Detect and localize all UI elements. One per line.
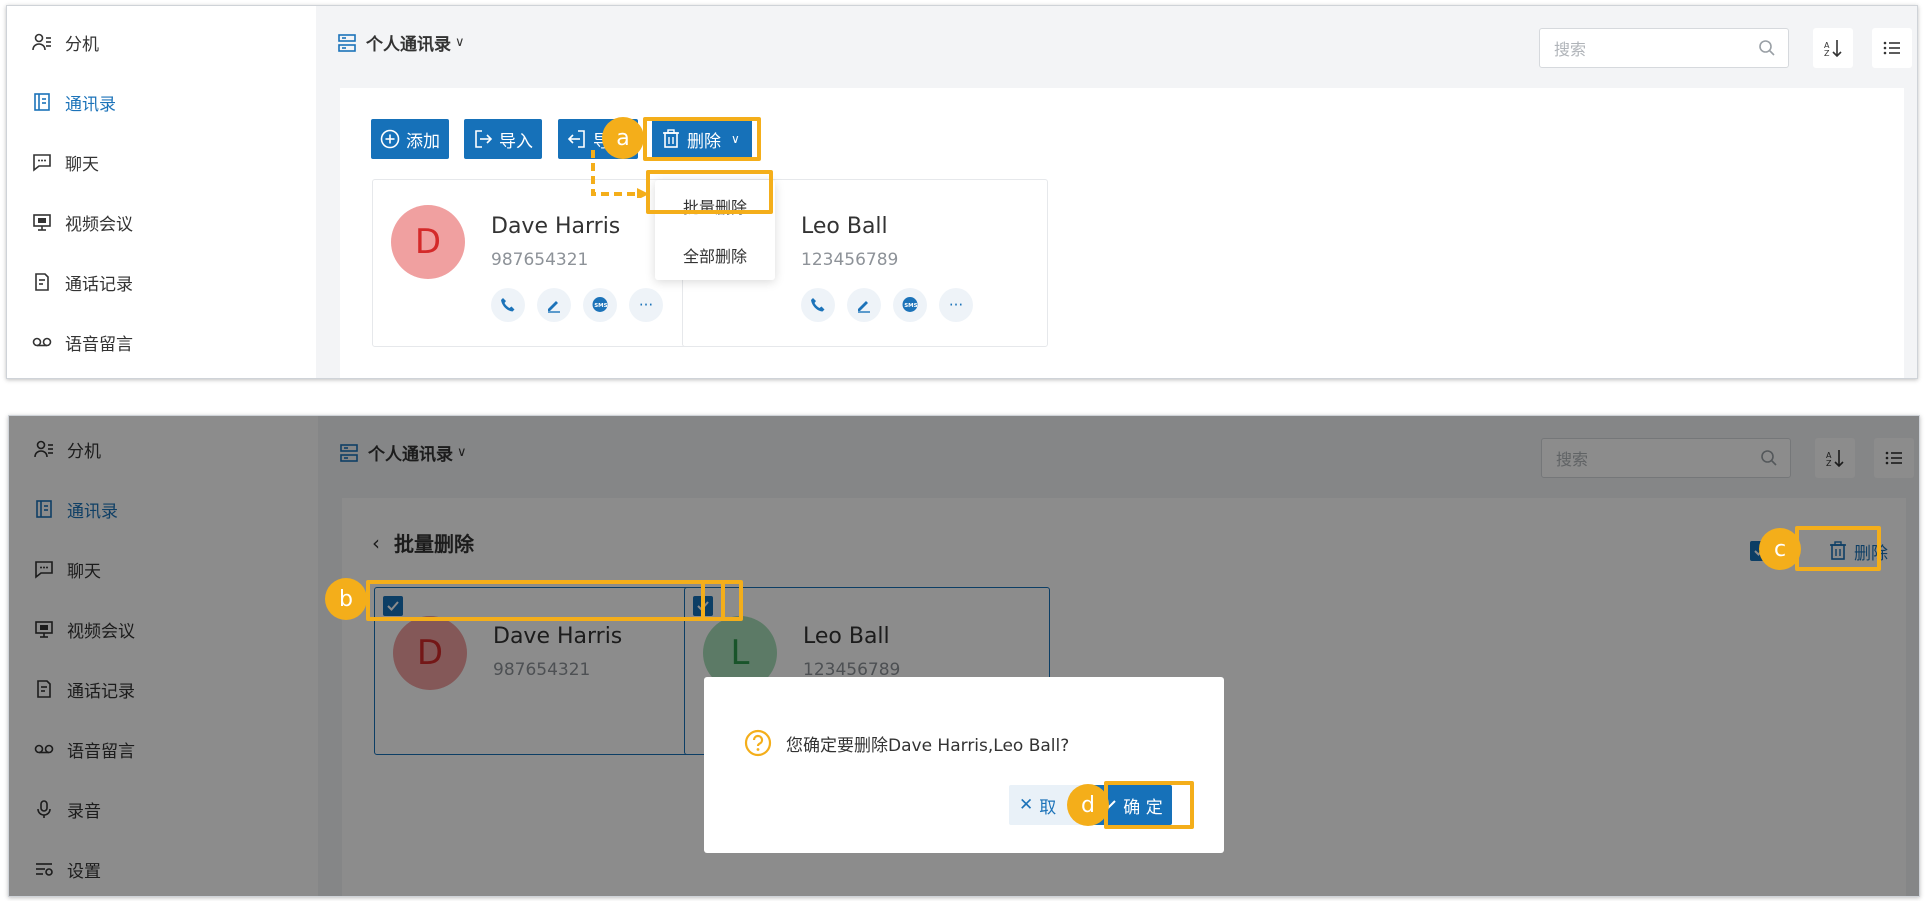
sidebar-item-label: 通讯录: [65, 94, 116, 115]
more-icon[interactable]: ···: [629, 288, 663, 322]
sms-icon[interactable]: SMS: [583, 288, 617, 322]
sidebar-item-label: 通话记录: [65, 274, 133, 295]
edit-icon[interactable]: [847, 288, 881, 322]
highlight-batch-delete-button: [1795, 526, 1881, 571]
import-button-label: 导入: [499, 131, 533, 152]
import-button[interactable]: 导入: [464, 119, 542, 159]
cancel-button-label: 取: [1039, 797, 1057, 818]
close-icon: ✕: [1019, 795, 1034, 815]
search-input[interactable]: 搜索: [1539, 28, 1789, 68]
contact-name: Dave Harris: [491, 214, 621, 239]
confirm-message: 您确定要删除Dave Harris,Leo Ball?: [786, 735, 1070, 756]
sidebar-item-label: 分机: [65, 34, 99, 55]
highlight-checkboxes: [366, 580, 725, 621]
highlight-checkbox-2: [701, 580, 743, 621]
menu-item-delete-all[interactable]: 全部删除: [655, 235, 775, 275]
search-placeholder: 搜索: [1554, 40, 1587, 59]
edit-icon[interactable]: [537, 288, 571, 322]
call-icon[interactable]: [491, 288, 525, 322]
chat-icon: [31, 151, 53, 173]
step-badge-b: b: [325, 578, 367, 620]
top-bar: 个人通讯录 ∨ 搜索 AZ: [316, 6, 1917, 88]
contact-name: Leo Ball: [801, 214, 888, 239]
sidebar-item-call-log[interactable]: 通话记录: [31, 262, 133, 302]
contact-actions: SMS ···: [491, 288, 675, 322]
step-badge-d: d: [1067, 784, 1109, 826]
confirm-message-row: 您确定要删除Dave Harris,Leo Ball?: [744, 729, 1069, 757]
address-book-icon: [338, 33, 356, 52]
step-badge-c: c: [1759, 528, 1801, 570]
sidebar-item-label: 聊天: [65, 154, 99, 175]
contact-actions: SMS ···: [801, 288, 985, 322]
svg-text:Z: Z: [1824, 49, 1830, 58]
list-icon: [1883, 41, 1900, 55]
sidebar-item-video[interactable]: 视频会议: [31, 202, 133, 242]
sort-icon: AZ: [1824, 40, 1842, 58]
more-icon[interactable]: ···: [939, 288, 973, 322]
address-book-title: 个人通讯录: [366, 35, 451, 55]
sidebar-item-label: 视频会议: [65, 214, 133, 235]
add-button[interactable]: 添加: [371, 119, 449, 159]
sidebar-item-label: 语音留言: [65, 334, 133, 355]
call-log-icon: [31, 271, 53, 293]
contacts-panel-step1: 分机 通讯录 聊天 视频会议 通话记录 语音留言 个人通讯录 ∨ 搜索 A Z …: [6, 5, 1918, 379]
import-icon: [475, 130, 493, 148]
address-book-selector[interactable]: 个人通讯录 ∨: [338, 30, 465, 55]
voicemail-icon: [31, 331, 53, 353]
user-icon: [31, 31, 53, 53]
list-view-button[interactable]: [1872, 28, 1912, 68]
step-badge-a: a: [602, 117, 644, 159]
highlight-confirm-button: [1104, 781, 1194, 829]
highlight-batch-delete: [646, 170, 773, 214]
add-button-label: 添加: [406, 131, 440, 152]
sidebar: 分机 通讯录 聊天 视频会议 通话记录 语音留言: [7, 6, 316, 378]
sidebar-item-voicemail[interactable]: 语音留言: [31, 322, 133, 362]
contacts-icon: [31, 91, 53, 113]
contact-number: 123456789: [801, 250, 899, 270]
contacts-content: 添加 导入 导 删除 ∨ D Dave Harris 987654321: [340, 88, 1904, 378]
plus-circle-icon: [380, 129, 400, 149]
video-conference-icon: [31, 211, 53, 233]
sms-icon[interactable]: SMS: [893, 288, 927, 322]
question-icon: [744, 729, 772, 757]
avatar: D: [391, 205, 465, 279]
search-icon: [1759, 40, 1775, 56]
sidebar-item-contacts[interactable]: 通讯录: [31, 82, 116, 122]
contact-number: 987654321: [491, 250, 589, 270]
main-area: 个人通讯录 ∨ 搜索 AZ 添加 导入 删除 ∨ D Dave Harris 9…: [316, 6, 1917, 378]
call-icon[interactable]: [801, 288, 835, 322]
export-icon: [567, 130, 585, 148]
sort-button[interactable]: AZ: [1813, 28, 1853, 68]
svg-text:SMS: SMS: [594, 303, 607, 309]
chevron-down-icon: ∨: [455, 35, 465, 50]
sidebar-item-chat[interactable]: 聊天: [31, 142, 99, 182]
contacts-panel-step2: 分机 通讯录 聊天 视频会议 通话记录 语音留言 录音 设置 个人通讯录 ∨ 搜…: [8, 415, 1920, 897]
sidebar-item-extension[interactable]: 分机: [31, 22, 99, 62]
highlight-delete-button: [643, 117, 761, 161]
svg-text:SMS: SMS: [904, 303, 917, 309]
